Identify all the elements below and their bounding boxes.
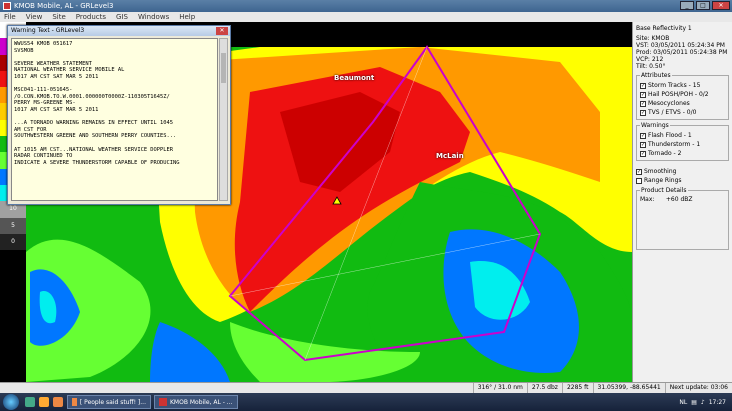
status-azimuth-range: 316° / 31.0 nm <box>472 383 527 393</box>
product-title: Base Reflectivity 1 <box>636 25 692 32</box>
window-title: KMOB Mobile, AL - GRLevel3 <box>14 2 114 10</box>
warning-scrollbar[interactable] <box>219 38 228 201</box>
attributes-title: Attributes <box>640 72 672 79</box>
status-bar: 316° / 31.0 nm 27.5 dbz 2285 ft 31.05399… <box>0 382 732 393</box>
tornado-checkbox[interactable]: ✓ Tornado - 2 <box>640 149 725 158</box>
storm-tracks-checkbox[interactable]: ✓ Storm Tracks - 15 <box>640 81 725 90</box>
city-label-mclain: McLain <box>436 152 464 160</box>
checkbox-mark[interactable]: ✓ <box>640 132 646 139</box>
info-panel: Base Reflectivity 1 Site: KMOB VST: 03/0… <box>632 22 732 382</box>
prod-info: Prod: 03/05/2011 05:24:38 PM <box>636 49 728 56</box>
checkbox-label: Smoothing <box>644 168 677 175</box>
vst-info: VST: 03/05/2011 05:24:34 PM <box>636 42 725 49</box>
checkbox-label: Mesocyclones <box>648 100 690 107</box>
flash-flood-checkbox[interactable]: ✓ Flash Flood - 1 <box>640 131 725 140</box>
checkbox-mark[interactable]: ✓ <box>640 141 646 148</box>
menu-gis[interactable]: GIS <box>116 13 128 21</box>
close-button[interactable]: ✕ <box>712 1 730 10</box>
menu-site[interactable]: Site <box>52 13 65 21</box>
warnings-title: Warnings <box>640 122 670 129</box>
site-info: Site: KMOB <box>636 35 670 42</box>
range-rings-checkbox[interactable]: Range Rings <box>636 176 729 185</box>
vcp-info: VCP: 212 <box>636 56 664 63</box>
warning-text-window[interactable]: Warning Text - GRLevel3 ✕ WWUS54 KMOB 05… <box>7 25 231 205</box>
attributes-group: Attributes ✓ Storm Tracks - 15 ✓ Hail POSH… <box>636 72 729 120</box>
checkbox-mark[interactable] <box>636 177 642 184</box>
checkbox-label: Range Rings <box>644 177 682 184</box>
media-icon[interactable] <box>39 397 49 407</box>
app-icon <box>159 398 167 406</box>
taskbar-item-browser[interactable]: [ People said stuff! ]... <box>67 395 151 409</box>
legend-cell: 0 <box>0 233 26 251</box>
warning-close-button[interactable]: ✕ <box>216 27 228 35</box>
window-controls: _ □ ✕ <box>680 1 730 10</box>
clock[interactable]: 17:27 <box>709 399 726 406</box>
folder-icon[interactable] <box>25 397 35 407</box>
scrollbar-thumb[interactable] <box>221 53 226 83</box>
checkbox-mark[interactable]: ✓ <box>640 109 646 116</box>
minimize-button[interactable]: _ <box>680 1 694 10</box>
checkbox-label: Hail POSH/POH - 0/2 <box>648 91 709 98</box>
city-label-beaumont: Beaumont <box>334 74 375 82</box>
product-details-title: Product Details <box>640 187 688 194</box>
checkbox-label: Flash Flood - 1 <box>648 132 692 139</box>
menu-products[interactable]: Products <box>76 13 106 21</box>
browser-icon <box>72 398 77 406</box>
browser-icon[interactable] <box>53 397 63 407</box>
max-value: Max: +60 dBZ <box>640 196 693 203</box>
taskbar-label: KMOB Mobile, AL - ... <box>170 398 233 406</box>
checkbox-label: TVS / ETVS - 0/0 <box>648 109 697 116</box>
legend-cell: 5 <box>0 217 26 234</box>
title-bar: KMOB Mobile, AL - GRLevel3 _ □ ✕ <box>0 0 732 12</box>
taskbar-label: [ People said stuff! ]... <box>79 398 146 406</box>
status-coordinates: 31.05399, -88.65441 <box>592 383 665 393</box>
smoothing-checkbox[interactable]: ✓ Smoothing <box>636 167 729 176</box>
network-icon[interactable]: ▤ <box>691 399 697 406</box>
start-button[interactable] <box>3 394 19 410</box>
menu-help[interactable]: Help <box>179 13 195 21</box>
thunderstorm-checkbox[interactable]: ✓ Thunderstorm - 1 <box>640 140 725 149</box>
menu-windows[interactable]: Windows <box>138 13 169 21</box>
product-details-group: Product Details Max: +60 dBZ <box>636 187 729 250</box>
hail-checkbox[interactable]: ✓ Hail POSH/POH - 0/2 <box>640 90 725 99</box>
status-dbz: 27.5 dbz <box>526 383 562 393</box>
taskbar: [ People said stuff! ]... KMOB Mobile, A… <box>0 393 732 411</box>
tvs-checkbox[interactable]: ✓ TVS / ETVS - 0/0 <box>640 108 725 117</box>
taskbar-item-grlevel3[interactable]: KMOB Mobile, AL - ... <box>154 395 238 409</box>
tilt-info: Tilt: 0.50° <box>636 63 666 70</box>
menu-file[interactable]: File <box>4 13 16 21</box>
checkbox-mark[interactable]: ✓ <box>640 150 646 157</box>
checkbox-mark[interactable]: ✓ <box>640 91 646 98</box>
checkbox-mark[interactable]: ✓ <box>636 168 642 175</box>
checkbox-label: Storm Tracks - 15 <box>648 82 701 89</box>
menu-view[interactable]: View <box>26 13 43 21</box>
mesocyclones-checkbox[interactable]: ✓ Mesocyclones <box>640 99 725 108</box>
checkbox-label: Tornado - 2 <box>648 150 682 157</box>
volume-icon[interactable]: ♪ <box>701 399 705 406</box>
language-indicator[interactable]: NL <box>679 399 687 406</box>
warnings-group: Warnings ✓ Flash Flood - 1 ✓ Thunderstorm … <box>636 122 729 161</box>
checkbox-mark[interactable]: ✓ <box>640 100 646 107</box>
system-tray: NL ▤ ♪ 17:27 <box>679 399 732 406</box>
warning-window-title: Warning Text - GRLevel3 <box>8 26 230 36</box>
menu-bar: File View Site Products GIS Windows Help <box>0 12 732 22</box>
maximize-button[interactable]: □ <box>696 1 710 10</box>
warning-text-body[interactable]: WWUS54 KMOB 051617 SVSMOB SEVERE WEATHER… <box>11 38 218 201</box>
checkbox-mark[interactable]: ✓ <box>640 82 646 89</box>
status-next-update: Next update: 03:06 <box>664 383 732 393</box>
app-icon <box>3 2 11 10</box>
status-height: 2285 ft <box>561 383 593 393</box>
checkbox-label: Thunderstorm - 1 <box>648 141 701 148</box>
